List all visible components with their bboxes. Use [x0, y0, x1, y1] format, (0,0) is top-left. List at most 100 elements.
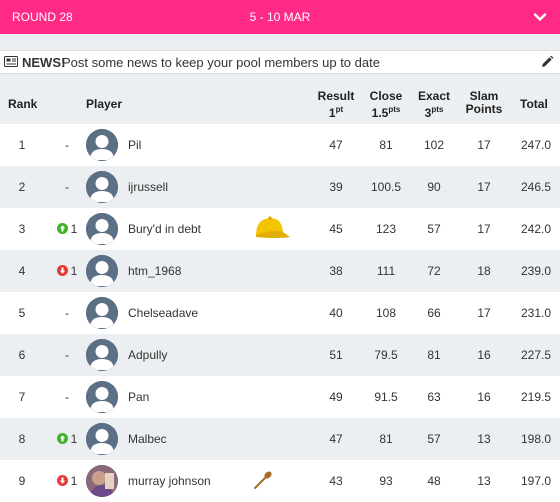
table-row[interactable]: 3 1 Bury'd in debt 45 123 57 17 242.0	[0, 208, 560, 250]
exact-points: 57	[427, 432, 441, 446]
total-points: 242.0	[520, 222, 552, 236]
header-slam-points[interactable]: Slam Points	[462, 90, 506, 116]
table-row[interactable]: 2 - ijrussell 39 100.5 90 17 246.5	[0, 166, 560, 208]
header-result-sup: pt	[335, 105, 344, 114]
total-points: 231.0	[520, 306, 552, 320]
avatar[interactable]	[86, 297, 118, 329]
slam-points: 16	[477, 348, 491, 362]
player-name[interactable]: Pil	[128, 138, 141, 152]
table-row[interactable]: 1 - Pil 47 81 102 17 247.0	[0, 124, 560, 166]
close-points: 81	[379, 432, 393, 446]
header-close[interactable]: Close 1.5pts	[364, 90, 408, 120]
table-header: Rank Player Result 1pt Close 1.5pts Exac…	[0, 84, 560, 124]
result-points: 47	[329, 432, 343, 446]
result-points: 39	[329, 180, 343, 194]
rank-change: -	[65, 138, 69, 152]
close-points: 93	[379, 474, 393, 488]
avatar[interactable]	[86, 171, 118, 203]
result-points: 45	[329, 222, 343, 236]
rank-change: -	[65, 348, 69, 362]
header-result-label: Result	[317, 89, 355, 103]
avatar[interactable]	[86, 339, 118, 371]
rank-movement: -	[52, 138, 82, 152]
exact-points: 57	[427, 222, 441, 236]
rank: 2	[18, 180, 26, 194]
exact-points: 81	[427, 348, 441, 362]
header-close-sup: pts	[388, 105, 401, 114]
result-points: 38	[329, 264, 343, 278]
avatar[interactable]	[86, 255, 118, 287]
pencil-icon[interactable]	[540, 55, 554, 69]
rank-down-icon	[56, 474, 71, 488]
rank-up-icon	[56, 432, 71, 446]
close-points: 111	[376, 264, 396, 278]
header-rank[interactable]: Rank	[8, 98, 37, 111]
rank: 5	[18, 306, 26, 320]
close-points: 108	[375, 306, 397, 320]
table-row[interactable]: 7 - Pan 49 91.5 63 16 219.5	[0, 376, 560, 418]
table-row[interactable]: 8 1 Malbec 47 81 57 13 198.0	[0, 418, 560, 460]
player-name[interactable]: Adpully	[128, 348, 167, 362]
player-name[interactable]: Pan	[128, 390, 149, 404]
result-points: 49	[329, 390, 343, 404]
rank-up-icon	[56, 222, 71, 236]
result-points: 43	[329, 474, 343, 488]
result-points: 47	[329, 138, 343, 152]
rank: 3	[18, 222, 26, 236]
exact-points: 48	[427, 474, 441, 488]
avatar[interactable]	[86, 381, 118, 413]
news-label: NEWS!	[22, 55, 66, 70]
header-result[interactable]: Result 1pt	[314, 90, 358, 120]
close-points: 81	[379, 138, 393, 152]
round-header[interactable]: ROUND 28 5 - 10 MAR	[0, 0, 560, 34]
table-row[interactable]: 9 1 murray johnson 43 93 48 13 197.0	[0, 460, 560, 502]
rank-change: 1	[70, 474, 78, 488]
rank: 6	[18, 348, 26, 362]
rank-change: -	[65, 180, 69, 194]
total-points: 198.0	[520, 432, 552, 446]
player-name[interactable]: murray johnson	[128, 474, 211, 488]
total-points: 227.5	[520, 348, 552, 362]
avatar[interactable]	[86, 129, 118, 161]
slam-points: 17	[477, 306, 491, 320]
rank-movement: -	[52, 390, 82, 404]
close-points: 123	[375, 222, 397, 236]
header-player[interactable]: Player	[86, 98, 122, 111]
rank: 8	[18, 432, 26, 446]
player-name[interactable]: Malbec	[128, 432, 167, 446]
rank-change: 1	[70, 222, 78, 236]
player-name[interactable]: htm_1968	[128, 264, 181, 278]
slam-points: 17	[477, 180, 491, 194]
exact-points: 63	[427, 390, 441, 404]
player-name[interactable]: ijrussell	[128, 180, 168, 194]
result-points: 40	[329, 306, 343, 320]
player-name[interactable]: Chelseadave	[128, 306, 198, 320]
table-row[interactable]: 6 - Adpully 51 79.5 81 16 227.5	[0, 334, 560, 376]
avatar[interactable]	[86, 213, 118, 245]
table-row[interactable]: 4 1 htm_1968 38 111 72 18 239.0	[0, 250, 560, 292]
total-points: 246.5	[520, 180, 552, 194]
table-row[interactable]: 5 - Chelseadave 40 108 66 17 231.0	[0, 292, 560, 334]
avatar[interactable]	[86, 423, 118, 455]
rank-down-icon	[56, 264, 71, 278]
header-exact[interactable]: Exact 3pts	[412, 90, 456, 120]
rank-movement: 1	[52, 264, 82, 278]
chevron-down-icon[interactable]	[532, 9, 548, 25]
rank-movement: 1	[52, 432, 82, 446]
header-total[interactable]: Total	[520, 98, 548, 111]
wooden-spoon-icon	[252, 469, 274, 494]
avatar[interactable]	[86, 465, 118, 497]
rank-movement: 1	[52, 222, 82, 236]
rank-change: -	[65, 390, 69, 404]
total-points: 247.0	[520, 138, 552, 152]
rank-movement: -	[52, 348, 82, 362]
rank: 7	[18, 390, 26, 404]
player-name[interactable]: Bury'd in debt	[128, 222, 201, 236]
rank: 4	[18, 264, 26, 278]
total-points: 239.0	[520, 264, 552, 278]
news-message: Post some news to keep your pool members…	[62, 55, 380, 70]
total-points: 197.0	[520, 474, 552, 488]
slam-points: 13	[477, 432, 491, 446]
header-exact-label: Exact	[417, 89, 451, 103]
slam-points: 18	[477, 264, 491, 278]
